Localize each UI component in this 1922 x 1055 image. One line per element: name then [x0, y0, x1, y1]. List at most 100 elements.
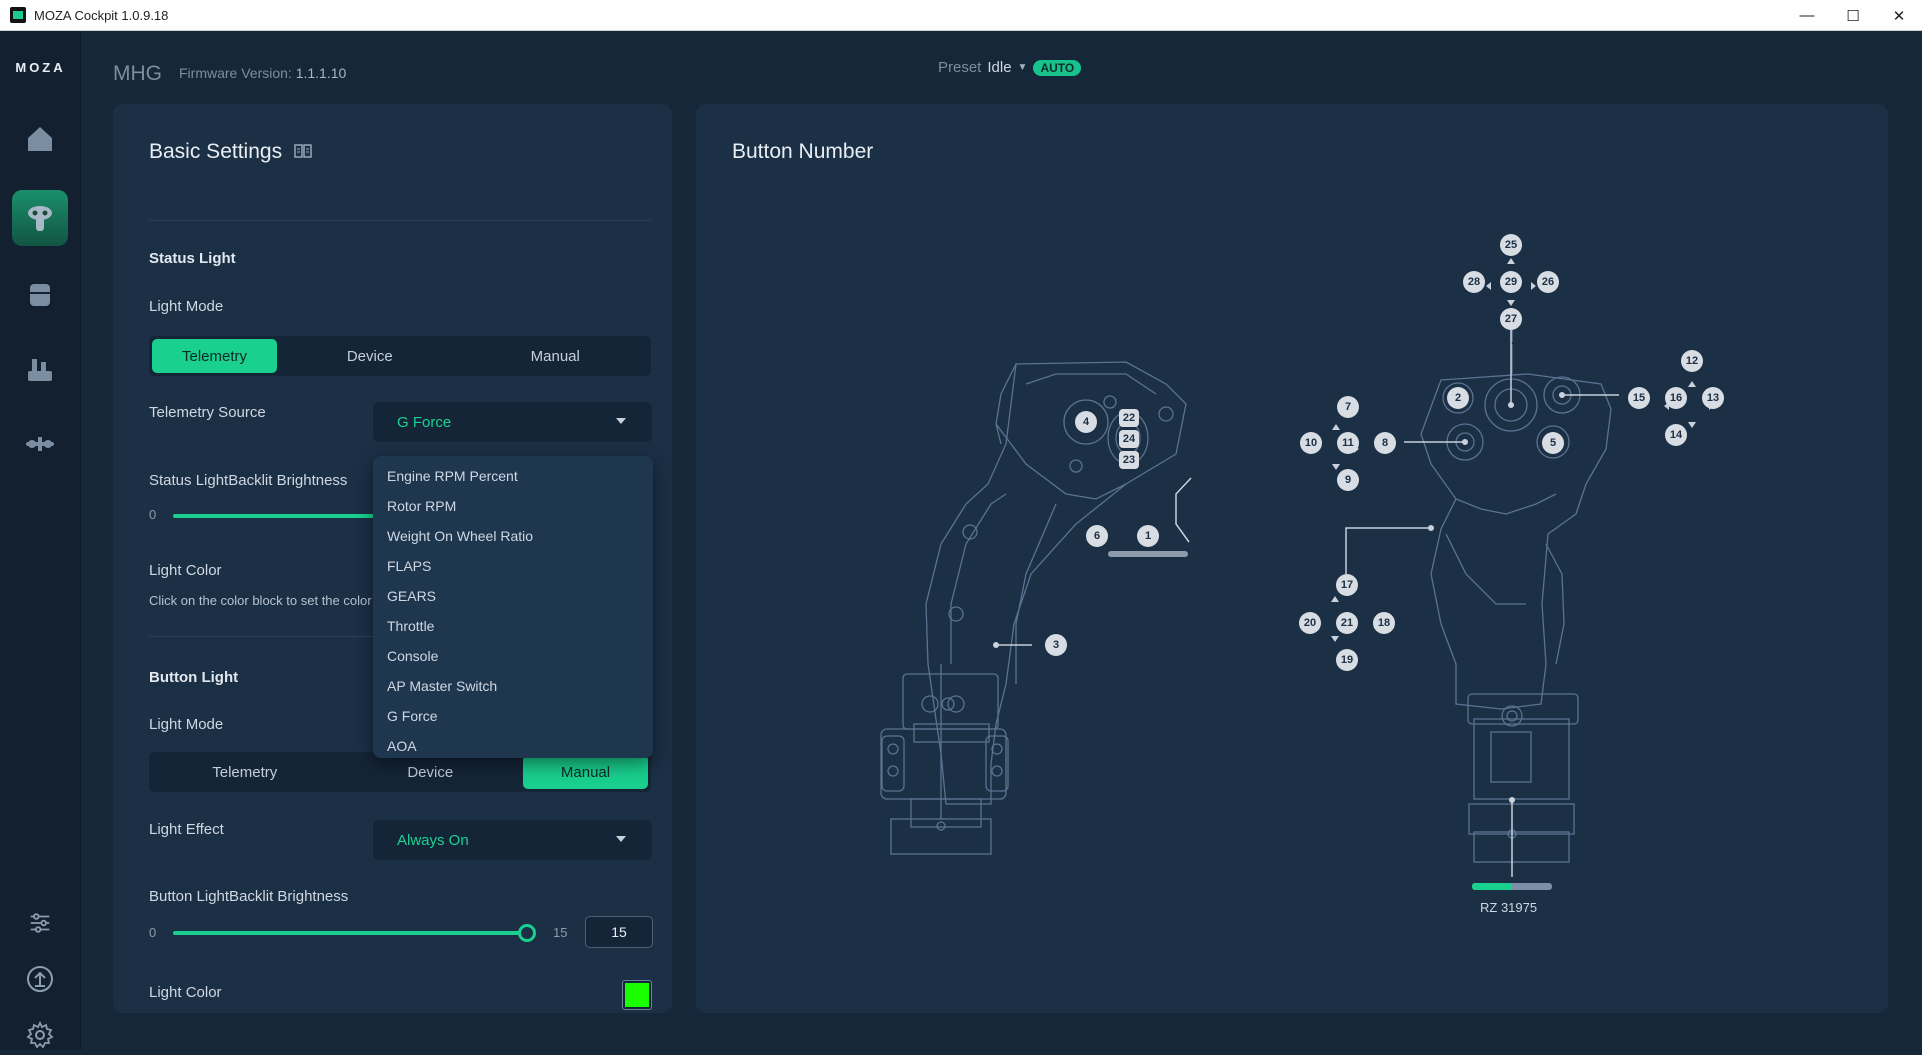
button-14-marker: 14: [1665, 424, 1687, 446]
rz-axis-label: RZ 31975: [1480, 900, 1538, 915]
telemetry-source-select[interactable]: G Force: [373, 402, 652, 442]
button-6-marker: 6: [1086, 525, 1108, 547]
light-effect-label: Light Effect: [149, 821, 224, 838]
dropdown-option[interactable]: GEARS: [373, 581, 653, 611]
status-mode-device[interactable]: Device: [277, 339, 463, 373]
minimize-button[interactable]: —: [1784, 0, 1830, 31]
light-effect-value: Always On: [397, 831, 469, 849]
dropdown-option[interactable]: Console: [373, 641, 653, 671]
sidebar-item-sliders[interactable]: [20, 903, 60, 943]
rz-axis-fill: [1472, 883, 1512, 890]
auto-badge: AUTO: [1033, 59, 1082, 76]
window-title: MOZA Cockpit 1.0.9.18: [34, 7, 169, 23]
button-brightness-slider[interactable]: [173, 931, 527, 935]
maximize-button[interactable]: ☐: [1830, 0, 1876, 31]
button-12-marker: 12: [1681, 350, 1703, 372]
dropdown-option[interactable]: AP Master Switch: [373, 671, 653, 701]
telemetry-source-label: Telemetry Source: [149, 404, 266, 421]
firmware-label: Firmware Version:: [179, 65, 292, 81]
preset-value[interactable]: Idle: [987, 59, 1011, 76]
button-brightness-input[interactable]: 15: [585, 916, 653, 948]
button-11-marker: 11: [1337, 432, 1359, 454]
sidebar-item-upgrade[interactable]: [20, 959, 60, 999]
telemetry-source-dropdown: Engine RPM Percent Rotor RPM Weight On Whe…: [373, 456, 653, 758]
sliders-icon: [30, 913, 50, 933]
button-number-panel: Button Number 4 22 24 23 6 1 3 25 28 29 …: [696, 104, 1888, 1013]
joystick-diagram: [880, 258, 1714, 890]
home-icon: [28, 127, 52, 151]
button-light-color-label: Light Color: [149, 984, 222, 1001]
button-27-marker: 27: [1500, 308, 1522, 330]
status-light-mode-label: Light Mode: [149, 298, 224, 315]
joystick-icon: [28, 206, 52, 231]
button-mode-telemetry[interactable]: Telemetry: [152, 755, 338, 789]
status-light-color-hint: Click on the color block to set the colo…: [149, 593, 372, 608]
status-light-color-label: Light Color: [149, 562, 222, 579]
caret-down-icon: [616, 418, 626, 424]
button-23-marker: 23: [1119, 451, 1139, 469]
button-19-marker: 19: [1336, 649, 1358, 671]
color-fill: [625, 983, 649, 1007]
sidebar-item-joystick[interactable]: [12, 190, 68, 246]
moza-logo: MOZA: [15, 60, 66, 75]
button-24-marker: 24: [1119, 430, 1139, 448]
device-name: MHG: [113, 62, 162, 85]
button-22-marker: 22: [1119, 409, 1139, 427]
button-26-marker: 26: [1537, 271, 1559, 293]
button-25-marker: 25: [1500, 234, 1522, 256]
button-light-mode-label: Light Mode: [149, 716, 224, 733]
status-mode-telemetry[interactable]: Telemetry: [152, 339, 277, 373]
status-light-section: Status Light: [149, 250, 236, 267]
dropdown-option[interactable]: G Force: [373, 701, 653, 731]
book-icon[interactable]: [294, 144, 312, 158]
button-20-marker: 20: [1299, 612, 1321, 634]
divider: [149, 220, 651, 221]
sidebar-item-base[interactable]: [12, 267, 68, 323]
status-brightness-slider[interactable]: [173, 514, 383, 518]
button-1-marker: 1: [1137, 525, 1159, 547]
button-10-marker: 10: [1300, 432, 1322, 454]
chevron-down-icon[interactable]: ▼: [1018, 62, 1028, 73]
gear-icon: [26, 1020, 54, 1049]
button-light-color-swatch[interactable]: [622, 980, 652, 1010]
button-2-marker: 2: [1447, 387, 1469, 409]
close-button[interactable]: ✕: [1876, 0, 1922, 31]
button-light-section: Button Light: [149, 669, 239, 686]
button-brightness-min: 0: [149, 925, 157, 940]
dropdown-option[interactable]: Rotor RPM: [373, 491, 653, 521]
app-icon: [10, 7, 26, 23]
button-16-marker: 16: [1665, 387, 1687, 409]
firmware-version: Firmware Version: 1.1.1.10: [179, 65, 346, 81]
pedals-icon: [26, 437, 54, 451]
preset-selector[interactable]: Preset Idle ▼ AUTO: [938, 59, 1082, 76]
upload-icon: [27, 966, 53, 992]
button-15-marker: 15: [1628, 387, 1650, 409]
sidebar-item-pedals[interactable]: [12, 416, 68, 472]
telemetry-source-value: G Force: [397, 413, 452, 431]
button-28-marker: 28: [1463, 271, 1485, 293]
throttle-icon: [28, 359, 52, 381]
button-7-marker: 7: [1337, 396, 1359, 418]
button-brightness-knob[interactable]: [518, 924, 536, 942]
sidebar-item-home[interactable]: [12, 111, 68, 167]
dropdown-option[interactable]: Engine RPM Percent: [373, 461, 653, 491]
button-5-marker: 5: [1542, 432, 1564, 454]
light-effect-select[interactable]: Always On: [373, 820, 652, 860]
firmware-value: 1.1.1.10: [295, 65, 347, 81]
status-mode-manual[interactable]: Manual: [463, 339, 649, 373]
dropdown-option[interactable]: Throttle: [373, 611, 653, 641]
sidebar-item-settings[interactable]: [20, 1015, 60, 1055]
button-4-marker: 4: [1075, 411, 1097, 433]
caret-down-icon: [616, 836, 626, 842]
button-9-marker: 9: [1337, 469, 1359, 491]
button-brightness-label: Button LightBacklit Brightness: [149, 888, 349, 905]
sidebar-item-throttle[interactable]: [12, 342, 68, 398]
status-brightness-min: 0: [149, 507, 157, 522]
base-icon: [30, 284, 50, 306]
dropdown-option[interactable]: FLAPS: [373, 551, 653, 581]
button-17-marker: 17: [1336, 574, 1358, 596]
basic-settings-title: Basic Settings: [149, 140, 283, 163]
button-8-marker: 8: [1374, 432, 1396, 454]
dropdown-option[interactable]: Weight On Wheel Ratio: [373, 521, 653, 551]
dropdown-option[interactable]: AOA: [373, 731, 653, 761]
